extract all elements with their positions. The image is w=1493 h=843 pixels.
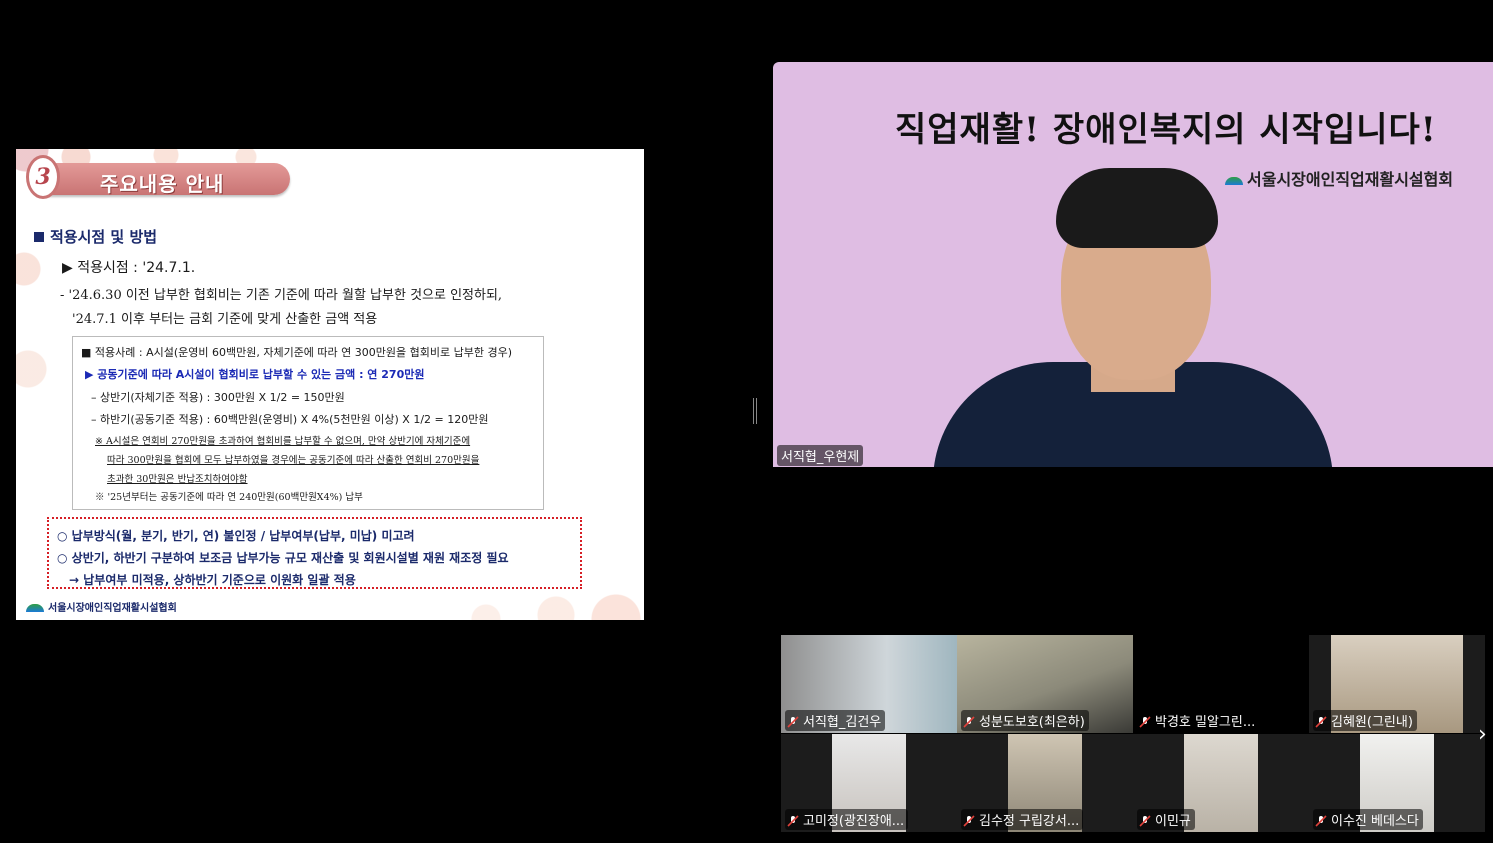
participant-tile[interactable]: 서직협_김건우 <box>781 635 957 733</box>
speaker-name-label: 서직협_우현제 <box>777 445 864 466</box>
example-note-1: ※ A시설은 연회비 270만원을 초과하여 협회비를 납부할 수 없으며, 만… <box>95 436 471 447</box>
participant-video <box>1184 734 1258 832</box>
org-logo-icon <box>1225 176 1243 185</box>
slide-footer: 서울시장애인직업재활시설협회 <box>26 599 177 614</box>
participant-name-label: 김혜원(그린내) <box>1313 710 1417 731</box>
participant-name: 김수정 구립강서... <box>979 814 1080 829</box>
participant-name-label: 성분도보호(최은하) <box>961 710 1089 731</box>
example-second-half: – 하반기(공동기준 적용) : 60백만원(운영비) X 4%(5천만원 이상… <box>91 413 489 426</box>
speaker-hair <box>1056 168 1218 248</box>
participant-tile[interactable]: 이민규 <box>1133 734 1309 832</box>
participant-tile[interactable]: 성분도보호(최은하) <box>957 635 1133 733</box>
section-heading: 적용시점 및 방법 <box>34 226 157 247</box>
example-note-3: 초과한 30만원은 반납조치하여야함 <box>107 474 248 485</box>
participant-name-label: 이민규 <box>1137 809 1195 830</box>
slide-number-badge: 3 <box>26 155 60 199</box>
apply-date: ▶ 적용시점 : '24.7.1. <box>62 260 196 276</box>
shared-slide: 3 주요내용 안내 적용시점 및 방법 ▶ 적용시점 : '24.7.1. - … <box>16 149 644 620</box>
speaker-org-text: 서울시장애인직업재활시설협회 <box>1247 170 1454 189</box>
slide-title: 주요내용 안내 <box>100 172 225 196</box>
highlight-line-2: ○ 상반기, 하반기 구분하여 보조금 납부가능 규모 재산출 및 회원시설별 … <box>57 551 509 565</box>
example-first-half: – 상반기(자체기준 적용) : 300만원 X 1/2 = 150만원 <box>91 391 345 404</box>
example-note-4: ※ '25년부터는 공동기준에 따라 연 240만원(60백만원X4%) 납부 <box>95 492 363 503</box>
participant-tile[interactable]: 김혜원(그린내) <box>1309 635 1485 733</box>
mic-muted-icon <box>1139 815 1151 827</box>
section-heading-text: 적용시점 및 방법 <box>50 228 158 246</box>
mic-muted-icon <box>963 716 975 728</box>
speaker-background-banner: 직업재활! 장애인복지의 시작입니다! <box>895 110 1437 150</box>
participant-name-label: 서직협_김건우 <box>785 710 886 731</box>
participant-tile[interactable]: 고미정(광진장애... <box>781 734 957 832</box>
example-box: ■ 적용사례 : A시설(운영비 60백만원, 자체기준에 따라 연 300만원… <box>72 336 544 510</box>
mic-muted-icon <box>787 716 799 728</box>
participant-name: 성분도보호(최은하) <box>979 715 1085 730</box>
square-bullet-icon <box>34 232 44 242</box>
speaker-background-org: 서울시장애인직업재활시설협회 <box>1225 166 1453 190</box>
participant-name: 서직협_김건우 <box>803 715 882 730</box>
participant-name-label: 김수정 구립강서... <box>961 809 1084 830</box>
participant-name: 김혜원(그린내) <box>1331 715 1413 730</box>
participant-tile[interactable]: 김수정 구립강서... <box>957 734 1133 832</box>
highlight-box: ○ 납부방식(월, 분기, 반기, 연) 불인정 / 납부여부(납부, 미납) … <box>47 517 582 589</box>
participant-tile[interactable]: 이수진 베데스다 <box>1309 734 1485 832</box>
slide-footer-text: 서울시장애인직업재활시설협회 <box>48 603 177 614</box>
participant-name: 박경호 밀알그린... <box>1155 715 1256 730</box>
participant-name-label: 고미정(광진장애... <box>785 809 909 830</box>
participant-name: 고미정(광진장애... <box>803 814 905 829</box>
paragraph-2: '24.7.1 이후 부터는 금회 기준에 맞게 산출한 금액 적용 <box>72 312 378 327</box>
mic-muted-icon <box>1315 716 1327 728</box>
participant-name-label: 이수진 베데스다 <box>1313 809 1423 830</box>
mic-muted-icon <box>1139 716 1151 728</box>
paragraph-1: - '24.6.30 이전 납부한 협회비는 기존 기준에 따라 월할 납부한 … <box>60 288 503 303</box>
pane-resize-handle[interactable] <box>753 398 757 424</box>
participant-tile[interactable]: 박경호 밀알그린... <box>1133 635 1309 733</box>
mic-muted-icon <box>1315 815 1327 827</box>
example-note-2: 따라 300만원을 협회에 모두 납부하였을 경우에는 공동기준에 따라 산출한… <box>107 455 480 466</box>
gallery-next-page-icon[interactable]: › <box>1478 722 1487 747</box>
mic-muted-icon <box>963 815 975 827</box>
example-total: ▶ 공동기준에 따라 A시설이 협회비로 납부할 수 있는 금액 : 연 270… <box>85 368 425 381</box>
mic-muted-icon <box>787 815 799 827</box>
highlight-line-1: ○ 납부방식(월, 분기, 반기, 연) 불인정 / 납부여부(납부, 미납) … <box>57 529 415 543</box>
participant-name: 이민규 <box>1155 814 1191 829</box>
highlight-line-3: → 납부여부 미적용, 상하반기 기준으로 이원화 일괄 적용 <box>69 573 356 587</box>
participant-name: 이수진 베데스다 <box>1331 814 1419 829</box>
speaker-video[interactable]: 직업재활! 장애인복지의 시작입니다! 서울시장애인직업재활시설협회 서직협_우… <box>773 62 1493 467</box>
org-logo-icon <box>26 604 44 612</box>
participant-name-label: 박경호 밀알그린... <box>1137 710 1260 731</box>
example-case: ■ 적용사례 : A시설(운영비 60백만원, 자체기준에 따라 연 300만원… <box>81 346 512 359</box>
